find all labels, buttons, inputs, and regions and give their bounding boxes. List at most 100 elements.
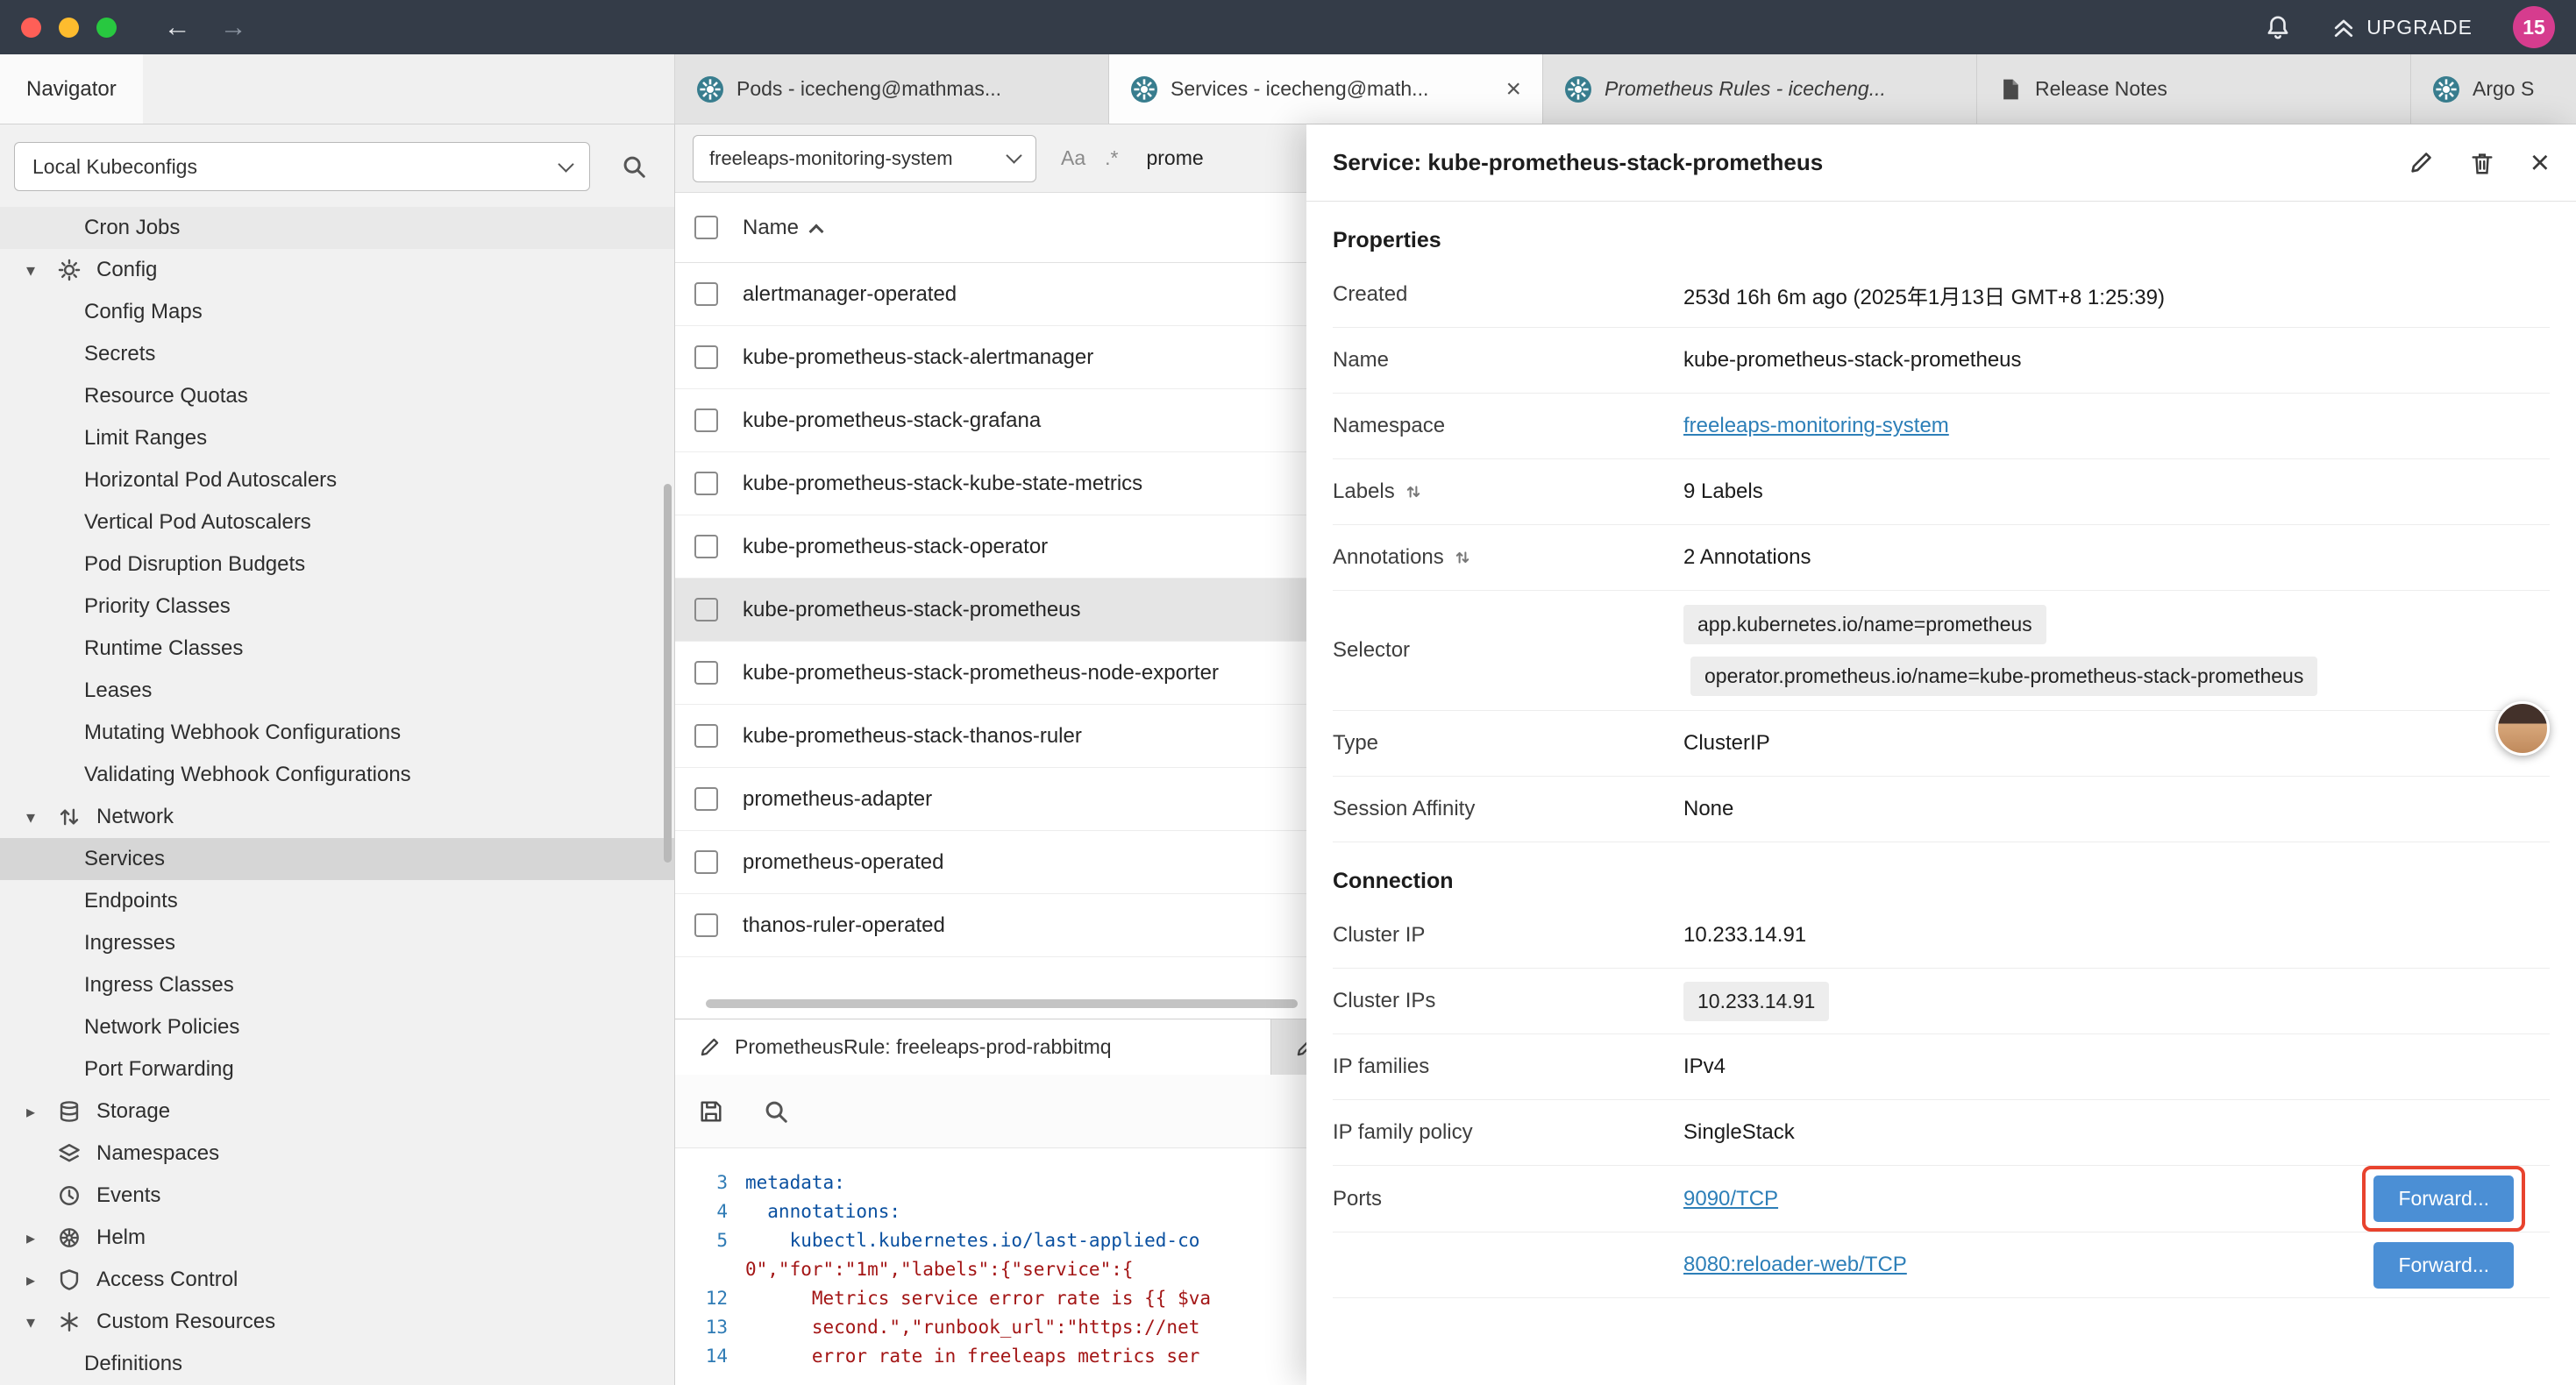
sidebar-item-network[interactable]: ▾ Network	[0, 796, 674, 838]
notification-count-badge[interactable]: 15	[2513, 6, 2555, 48]
sidebar-item-events[interactable]: Events	[0, 1175, 674, 1217]
property-row-name: Name kube-prometheus-stack-prometheus	[1333, 328, 2550, 394]
chevron-right-icon[interactable]: ▸	[26, 1101, 58, 1123]
row-checkbox[interactable]	[694, 408, 718, 432]
back-button[interactable]: ←	[157, 11, 197, 43]
forward-button-8080[interactable]: Forward...	[2373, 1242, 2514, 1289]
row-checkbox[interactable]	[694, 282, 718, 306]
close-window-button[interactable]	[21, 18, 41, 38]
sidebar-item-helm[interactable]: ▸ Helm	[0, 1217, 674, 1259]
sidebar-scrollbar[interactable]	[664, 484, 672, 863]
row-checkbox[interactable]	[694, 472, 718, 495]
events-clock-icon	[58, 1184, 96, 1207]
sidebar-item-config[interactable]: ▾ Config	[0, 249, 674, 291]
close-panel-icon[interactable]: ×	[2530, 146, 2550, 180]
search-icon[interactable]	[763, 1098, 789, 1125]
chevron-right-icon[interactable]: ▸	[26, 1269, 58, 1291]
sidebar-item-leases[interactable]: Leases	[0, 670, 674, 712]
tab-prometheus-rules[interactable]: Prometheus Rules - icecheng...	[1543, 54, 1977, 124]
config-gear-icon	[58, 259, 96, 281]
upgrade-button[interactable]: UPGRADE	[2331, 15, 2473, 39]
row-checkbox[interactable]	[694, 598, 718, 621]
property-row-ports-1: Ports 9090/TCP Forward...	[1333, 1166, 2550, 1232]
helm-wheel-icon	[58, 1226, 96, 1249]
sidebar-item-pod-disruption-budgets[interactable]: Pod Disruption Budgets	[0, 543, 674, 586]
dock-tab-prometheusrule[interactable]: PrometheusRule: freeleaps-prod-rabbitmq	[675, 1019, 1271, 1075]
save-icon[interactable]	[698, 1098, 724, 1125]
row-checkbox[interactable]	[694, 535, 718, 558]
select-all-checkbox[interactable]	[694, 216, 718, 239]
edit-pencil-icon[interactable]	[2408, 150, 2434, 176]
sidebar-item-config-maps[interactable]: Config Maps	[0, 291, 674, 333]
sidebar-item-validating-webhook-configurations[interactable]: Validating Webhook Configurations	[0, 754, 674, 796]
kubeconfig-selector-value: Local Kubeconfigs	[32, 155, 197, 179]
namespace-filter-dropdown[interactable]: freeleaps-monitoring-system	[693, 135, 1036, 182]
sidebar-item-priority-classes[interactable]: Priority Classes	[0, 586, 674, 628]
tab-pods[interactable]: Pods - icecheng@mathmas...	[675, 54, 1109, 124]
sidebar-item-horizontal-pod-autoscalers[interactable]: Horizontal Pod Autoscalers	[0, 459, 674, 501]
kubeconfig-selector[interactable]: Local Kubeconfigs	[14, 142, 590, 191]
expand-toggle-icon[interactable]	[1405, 484, 1421, 500]
access-control-shield-icon	[58, 1268, 96, 1291]
tab-release-notes[interactable]: Release Notes	[1977, 54, 2411, 124]
sidebar-item-namespaces[interactable]: Namespaces	[0, 1133, 674, 1175]
delete-trash-icon[interactable]	[2469, 150, 2495, 176]
row-checkbox[interactable]	[694, 787, 718, 811]
sidebar-item-services[interactable]: Services	[0, 838, 674, 880]
chevron-right-icon[interactable]: ▸	[26, 1227, 58, 1249]
sidebar-item-access-control[interactable]: ▸ Access Control	[0, 1259, 674, 1301]
port-link-8080[interactable]: 8080:reloader-web/TCP	[1683, 1253, 1907, 1276]
notifications-bell-icon[interactable]	[2265, 14, 2291, 40]
sidebar-item-secrets[interactable]: Secrets	[0, 333, 674, 375]
chevron-down-icon	[1006, 147, 1021, 163]
row-checkbox[interactable]	[694, 724, 718, 748]
forward-button[interactable]: →	[213, 11, 253, 43]
expand-toggle-icon[interactable]	[1455, 550, 1470, 565]
port-link-9090[interactable]: 9090/TCP	[1683, 1187, 1778, 1211]
namespaces-layers-icon	[58, 1142, 96, 1165]
column-header-name[interactable]: Name	[743, 216, 822, 240]
regex-toggle[interactable]: .*	[1105, 146, 1118, 170]
sidebar-item-custom-resources[interactable]: ▾ Custom Resources	[0, 1301, 674, 1343]
sidebar-item-resource-quotas[interactable]: Resource Quotas	[0, 375, 674, 417]
sidebar-item-limit-ranges[interactable]: Limit Ranges	[0, 417, 674, 459]
match-case-toggle[interactable]: Aa	[1061, 146, 1085, 170]
sidebar-item-cron-jobs[interactable]: Cron Jobs	[0, 207, 674, 249]
row-checkbox[interactable]	[694, 661, 718, 685]
row-checkbox[interactable]	[694, 913, 718, 937]
kubernetes-icon	[1564, 75, 1592, 103]
search-query-text: prome	[1146, 146, 1203, 170]
sidebar-item-port-forwarding[interactable]: Port Forwarding	[0, 1048, 674, 1090]
zoom-window-button[interactable]	[96, 18, 117, 38]
close-tab-icon[interactable]: ×	[1505, 75, 1521, 104]
search-input[interactable]: Aa .* prome	[1061, 146, 1204, 170]
sidebar-item-endpoints[interactable]: Endpoints	[0, 880, 674, 922]
namespace-link[interactable]: freeleaps-monitoring-system	[1683, 414, 1949, 437]
kubernetes-icon	[696, 75, 724, 103]
scrollbar-thumb[interactable]	[706, 999, 1298, 1008]
sidebar-item-storage[interactable]: ▸ Storage	[0, 1090, 674, 1133]
sidebar-item-vertical-pod-autoscalers[interactable]: Vertical Pod Autoscalers	[0, 501, 674, 543]
row-checkbox[interactable]	[694, 345, 718, 369]
sidebar-item-network-policies[interactable]: Network Policies	[0, 1006, 674, 1048]
sidebar-item-ingress-classes[interactable]: Ingress Classes	[0, 964, 674, 1006]
sidebar-item-runtime-classes[interactable]: Runtime Classes	[0, 628, 674, 670]
tab-services[interactable]: Services - icecheng@math... ×	[1109, 54, 1543, 124]
code-line: 0","for":"1m","labels":{"service":{	[745, 1259, 1134, 1280]
forward-button-9090[interactable]: Forward...	[2373, 1175, 2514, 1222]
sidebar-item-definitions[interactable]: Definitions	[0, 1343, 674, 1385]
chevron-down-icon[interactable]: ▾	[26, 259, 58, 281]
service-detail-panel: Service: kube-prometheus-stack-prometheu…	[1306, 124, 2576, 1385]
tab-label: Release Notes	[2035, 77, 2389, 101]
chevron-down-icon[interactable]: ▾	[26, 1311, 58, 1333]
storage-database-icon	[58, 1100, 96, 1123]
sidebar-item-mutating-webhook-configurations[interactable]: Mutating Webhook Configurations	[0, 712, 674, 754]
search-icon[interactable]	[609, 153, 658, 180]
row-checkbox[interactable]	[694, 850, 718, 874]
line-number: 12	[675, 1288, 745, 1309]
chevron-down-icon[interactable]: ▾	[26, 806, 58, 828]
tab-label: Pods - icecheng@mathmas...	[737, 77, 1087, 101]
minimize-window-button[interactable]	[59, 18, 79, 38]
tab-argo[interactable]: Argo S	[2411, 54, 2560, 124]
sidebar-item-ingresses[interactable]: Ingresses	[0, 922, 674, 964]
